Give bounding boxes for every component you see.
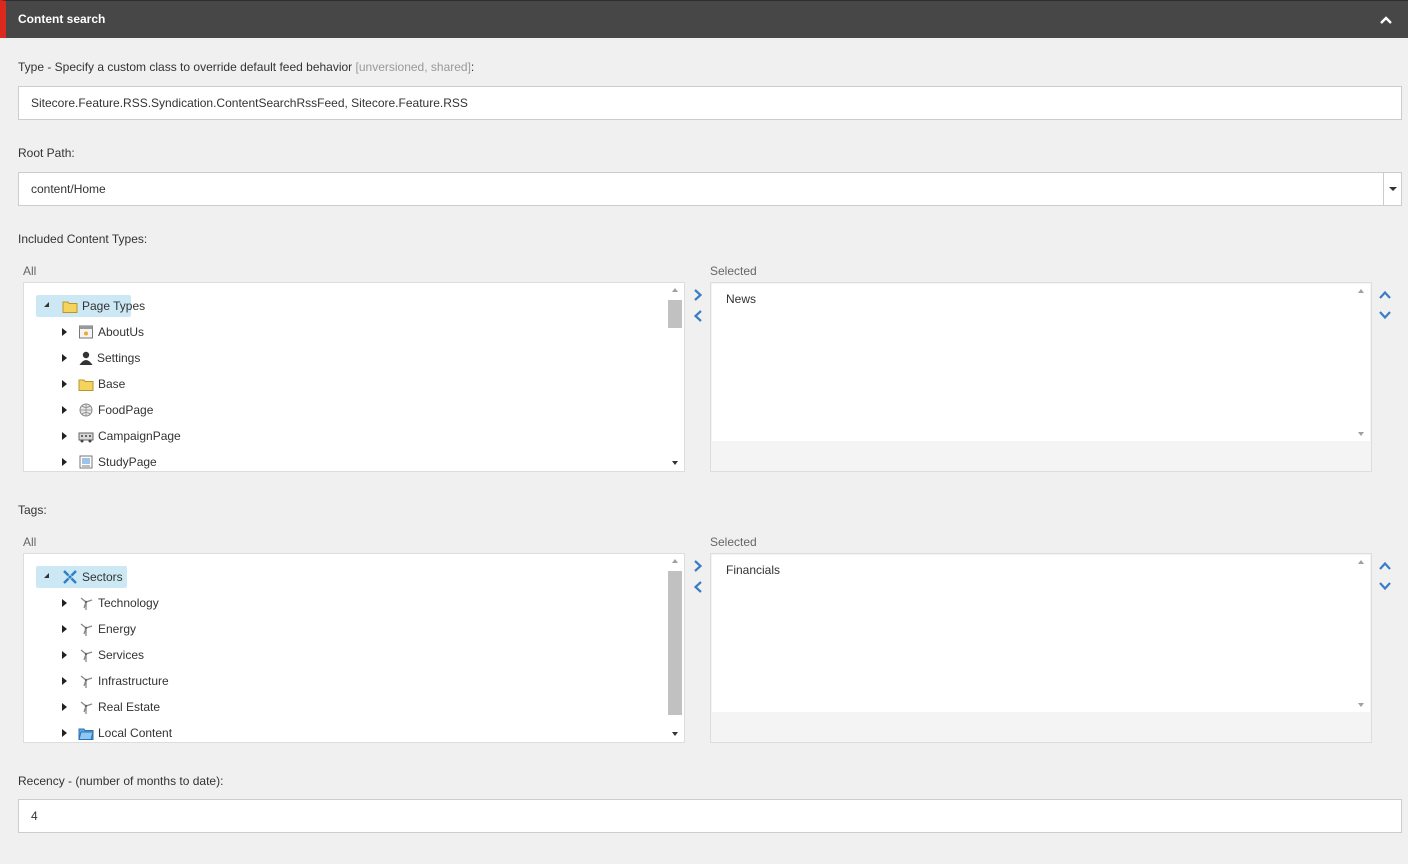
content-types-label: Included Content Types: (18, 232, 148, 246)
root-path-select[interactable]: content/Home (18, 172, 1402, 206)
root-path-value: content/Home (31, 182, 106, 196)
move-down-icon[interactable] (1378, 579, 1392, 593)
windmill-icon (80, 649, 93, 662)
root-path-label: Root Path: (18, 146, 75, 160)
remove-arrow-icon[interactable] (691, 580, 705, 594)
tree-item-base[interactable]: Base (24, 374, 664, 394)
selected-scrollbar[interactable] (1353, 555, 1370, 712)
section-title: Content search (18, 12, 106, 26)
sectors-icon (63, 570, 77, 584)
tags-all-label: All (23, 535, 37, 549)
content-types-selected-list[interactable]: News (710, 282, 1372, 472)
document-icon (79, 455, 93, 469)
tree-item-energy[interactable]: Energy (24, 619, 664, 639)
blue-folder-icon (78, 728, 94, 740)
type-meta: [unversioned, shared] (355, 60, 471, 74)
tags-selected-label: Selected (710, 535, 757, 549)
tree-item-technology[interactable]: Technology (24, 593, 664, 613)
folder-icon (78, 379, 94, 391)
tree-item-local-content[interactable]: Local Content (24, 723, 664, 742)
windmill-icon (80, 597, 93, 610)
list-item[interactable]: News (726, 292, 756, 306)
page-icon (79, 325, 93, 339)
recency-label: Recency - (number of months to date): (18, 774, 224, 788)
selected-scrollbar[interactable] (1353, 284, 1370, 441)
add-arrow-icon[interactable] (691, 288, 705, 302)
tags-tree[interactable]: Sectors Technology Energy Services Infra… (23, 553, 685, 743)
remove-arrow-icon[interactable] (691, 309, 705, 323)
type-input[interactable]: Sitecore.Feature.RSS.Syndication.Content… (18, 86, 1402, 120)
tree-item-page-types[interactable]: Page Types (24, 295, 664, 317)
scrollbar-thumb[interactable] (668, 300, 682, 328)
tags-label: Tags: (18, 503, 47, 517)
windmill-icon (80, 701, 93, 714)
tree-item-services[interactable]: Services (24, 645, 664, 665)
tree-item-campaignpage[interactable]: CampaignPage (24, 426, 664, 446)
tags-selected-list[interactable]: Financials (710, 553, 1372, 743)
tags-scrollbar[interactable] (667, 554, 684, 742)
tree-item-sectors[interactable]: Sectors (24, 566, 664, 588)
user-icon (79, 351, 93, 365)
scrollbar-thumb[interactable] (668, 571, 682, 715)
tree-item-studypage[interactable]: StudyPage (24, 452, 664, 471)
windmill-icon (80, 623, 93, 636)
recency-input[interactable]: 4 (18, 799, 1402, 833)
type-label: Type - Specify a custom class to overrid… (18, 60, 475, 74)
section-header[interactable]: Content search (0, 0, 1408, 38)
tree-item-aboutus[interactable]: AboutUs (24, 322, 664, 342)
content-types-scrollbar[interactable] (667, 283, 684, 471)
vehicle-icon (78, 432, 94, 443)
tree-item-infrastructure[interactable]: Infrastructure (24, 671, 664, 691)
move-down-icon[interactable] (1378, 308, 1392, 322)
move-up-icon[interactable] (1378, 288, 1392, 302)
content-types-tree[interactable]: Page Types AboutUs Settings Base FoodPag… (23, 282, 685, 472)
add-arrow-icon[interactable] (691, 559, 705, 573)
content-types-all-label: All (23, 264, 37, 278)
tree-item-foodpage[interactable]: FoodPage (24, 400, 664, 420)
move-up-icon[interactable] (1378, 559, 1392, 573)
list-item[interactable]: Financials (726, 563, 780, 577)
folder-icon (62, 301, 78, 313)
content-types-selected-label: Selected (710, 264, 757, 278)
chevron-down-icon[interactable] (1383, 173, 1401, 205)
tree-item-settings[interactable]: Settings (24, 348, 664, 368)
chevron-up-icon[interactable] (1378, 12, 1394, 28)
tree-item-real-estate[interactable]: Real Estate (24, 697, 664, 717)
windmill-icon (80, 675, 93, 688)
globe-icon (79, 403, 93, 417)
